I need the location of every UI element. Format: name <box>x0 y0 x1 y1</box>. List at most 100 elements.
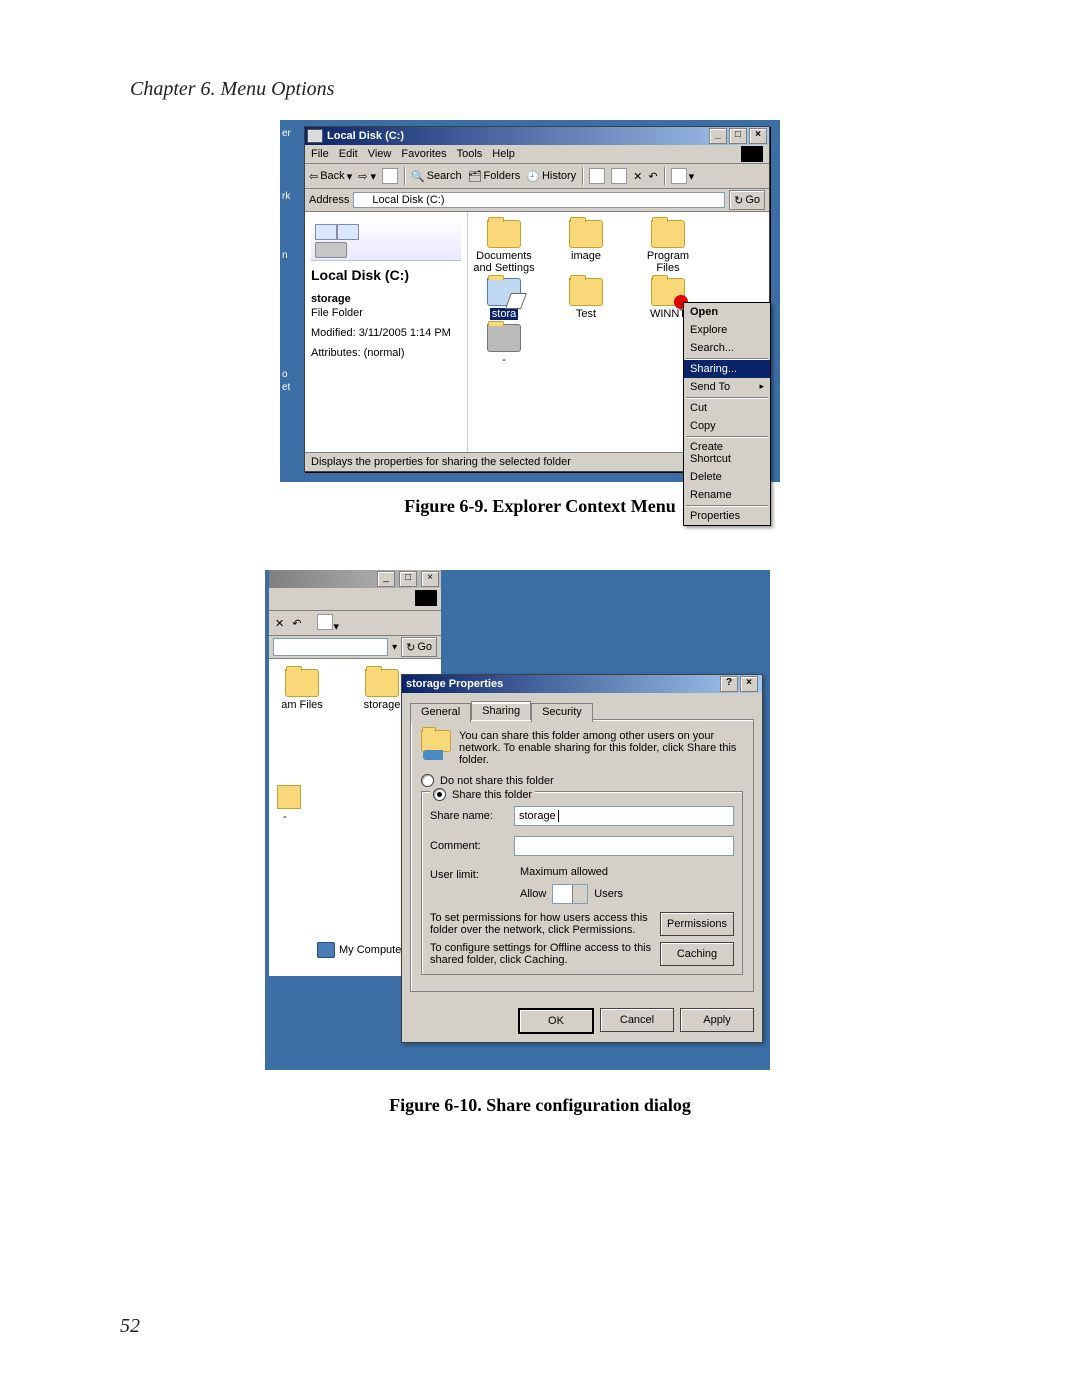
sharename-label: Share name: <box>430 810 508 822</box>
selected-item-attributes: Attributes: (normal) <box>311 347 461 359</box>
ctx-sendto[interactable]: Send To <box>684 378 770 396</box>
folder-icon <box>487 278 521 306</box>
folder-icon <box>487 324 521 352</box>
back-button[interactable]: ⇦ Back ▾ <box>309 170 352 183</box>
ctx-create-shortcut[interactable]: Create Shortcut <box>684 438 770 468</box>
comment-input[interactable] <box>514 836 734 856</box>
selected-item-type: File Folder <box>311 307 461 319</box>
undo-button[interactable]: ↶ <box>292 617 301 630</box>
up-button[interactable] <box>382 168 398 184</box>
close-button[interactable]: × <box>740 676 758 692</box>
address-input[interactable] <box>273 638 388 656</box>
undo-button[interactable]: ↶ <box>648 170 657 183</box>
history-button[interactable]: 🕘 History <box>526 170 576 183</box>
sharename-input[interactable]: storage <box>514 806 734 826</box>
go-button[interactable]: ↻ Go <box>729 190 765 210</box>
delete-button[interactable]: ✕ <box>633 170 642 183</box>
desktop-edge-labels: er rk n o et <box>280 124 294 393</box>
views-button[interactable]: ▾ <box>671 168 695 184</box>
copyto-button[interactable] <box>611 168 627 184</box>
tab-security[interactable]: Security <box>531 703 593 722</box>
minimize-button[interactable]: _ <box>709 128 727 144</box>
folder-icon <box>285 669 319 697</box>
radio-share-label: Share this folder <box>452 789 532 801</box>
menu-edit[interactable]: Edit <box>339 148 358 160</box>
folder-item[interactable]: Test <box>554 278 618 320</box>
comment-label: Comment: <box>430 840 508 852</box>
apply-button[interactable]: Apply <box>680 1008 754 1032</box>
folder-item[interactable]: - <box>472 324 536 366</box>
address-input[interactable] <box>353 192 725 208</box>
status-my-computer: My Computer <box>317 942 405 958</box>
radio-max-allowed[interactable]: Maximum allowed <box>514 866 734 878</box>
views-button[interactable]: ▾ <box>317 614 339 633</box>
folder-item-selected[interactable]: stora <box>472 278 536 320</box>
radio-share[interactable] <box>433 788 446 801</box>
intro-text: You can share this folder among other us… <box>459 730 743 766</box>
cancel-button[interactable]: Cancel <box>600 1008 674 1032</box>
moveto-button[interactable] <box>589 168 605 184</box>
ctx-copy[interactable]: Copy <box>684 417 770 435</box>
menu-view[interactable]: View <box>368 148 392 160</box>
folder-icon <box>277 785 301 809</box>
help-button[interactable]: ? <box>720 676 738 692</box>
maximize-button[interactable]: □ <box>729 128 747 144</box>
folder-item[interactable]: storage <box>357 669 407 711</box>
permissions-button[interactable]: Permissions <box>660 912 734 936</box>
toolbar: ⇦ Back ▾ ⇨ ▾ 🔍 Search 🗂 Folders 🕘 Histor… <box>305 164 769 189</box>
caching-text: To configure settings for Offline access… <box>430 942 652 966</box>
minimize-button[interactable]: _ <box>377 571 395 587</box>
figure-caption: Figure 6-9. Explorer Context Menu <box>0 496 1080 517</box>
delete-button[interactable]: ✕ <box>275 617 284 630</box>
item-label: - <box>283 811 287 823</box>
forward-button[interactable]: ⇨ ▾ <box>358 170 376 183</box>
figure-6-9: er rk n o et Local Disk (C:) _ □ × File … <box>280 120 780 482</box>
radio-do-not-share[interactable]: Do not share this folder <box>421 774 743 787</box>
menu-favorites[interactable]: Favorites <box>401 148 446 160</box>
menu-file[interactable]: File <box>311 148 329 160</box>
tab-sharing[interactable]: Sharing <box>471 701 531 720</box>
ctx-cut[interactable]: Cut <box>684 399 770 417</box>
user-count-spinner[interactable]: ▲▼ <box>552 884 588 904</box>
ctx-search[interactable]: Search... <box>684 339 770 357</box>
title-bar: Local Disk (C:) _ □ × <box>305 127 769 145</box>
status-text: Displays the properties for sharing the … <box>311 456 571 468</box>
ctx-explore[interactable]: Explore <box>684 321 770 339</box>
folder-item[interactable]: Documents and Settings <box>472 220 536 274</box>
selected-item-name: storage <box>311 293 461 305</box>
ctx-rename[interactable]: Rename <box>684 486 770 504</box>
menu-tools[interactable]: Tools <box>457 148 483 160</box>
menu-help[interactable]: Help <box>492 148 515 160</box>
folder-icon <box>365 669 399 697</box>
go-button[interactable]: ↻ Go <box>401 637 437 657</box>
location-heading: Local Disk (C:) <box>311 267 461 283</box>
figure-caption: Figure 6-10. Share configuration dialog <box>0 1095 1080 1116</box>
folder-icon <box>569 278 603 306</box>
ctx-delete[interactable]: Delete <box>684 468 770 486</box>
folder-item[interactable]: am Files <box>277 669 327 711</box>
folder-item[interactable]: Program Files <box>636 220 700 274</box>
close-button[interactable]: × <box>749 128 767 144</box>
info-pane: Local Disk (C:) storage File Folder Modi… <box>305 212 468 452</box>
edge-label: er <box>282 128 294 139</box>
page-number: 52 <box>120 1315 140 1338</box>
close-button[interactable]: × <box>421 571 439 587</box>
properties-dialog: storage Properties ? × General Sharing S… <box>401 674 763 1043</box>
folders-button[interactable]: 🗂 Folders <box>468 170 521 183</box>
permissions-text: To set permissions for how users access … <box>430 912 652 936</box>
edge-label: et <box>282 382 294 393</box>
window-title: Local Disk (C:) <box>327 130 404 142</box>
ctx-sharing[interactable]: Sharing... <box>684 360 770 378</box>
ok-button[interactable]: OK <box>518 1008 594 1034</box>
context-menu: Open Explore Search... Sharing... Send T… <box>683 302 771 526</box>
tab-general[interactable]: General <box>410 703 471 722</box>
folder-item[interactable]: image <box>554 220 618 274</box>
ctx-properties[interactable]: Properties <box>684 507 770 525</box>
throbber-icon <box>741 146 763 162</box>
caching-button[interactable]: Caching <box>660 942 734 966</box>
ctx-open[interactable]: Open <box>684 303 770 321</box>
search-button[interactable]: 🔍 Search <box>411 170 462 183</box>
maximize-button[interactable]: □ <box>399 571 417 587</box>
edge-label: o <box>282 369 294 380</box>
folder-icon <box>651 278 685 306</box>
